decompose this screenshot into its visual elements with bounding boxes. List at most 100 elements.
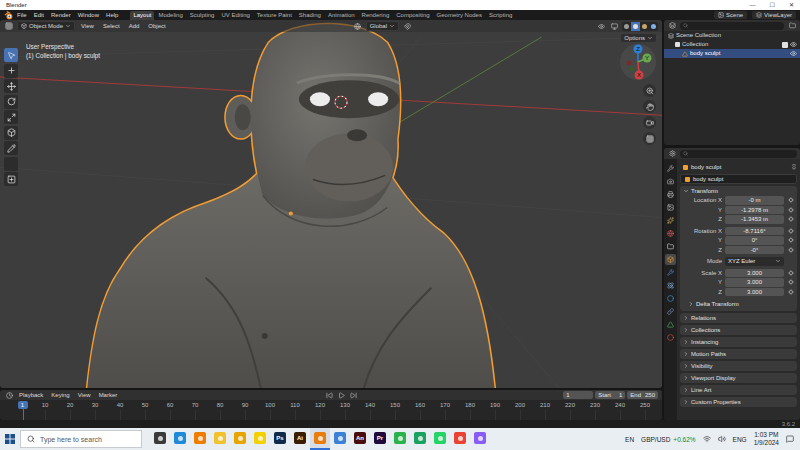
menu-item[interactable]: Help bbox=[103, 11, 121, 20]
timeline-menu-item[interactable]: Marker bbox=[96, 391, 121, 400]
taskbar-app[interactable] bbox=[390, 428, 410, 450]
visibility-button[interactable] bbox=[596, 21, 606, 31]
ortho-toggle-button[interactable] bbox=[643, 132, 656, 145]
window-control-button[interactable]: — bbox=[750, 1, 756, 9]
pan-button[interactable] bbox=[643, 100, 656, 113]
tool-button[interactable] bbox=[4, 157, 18, 171]
menu-item[interactable]: Render bbox=[48, 11, 74, 20]
current-frame-field[interactable]: 1 bbox=[563, 391, 593, 399]
properties-tab[interactable] bbox=[665, 293, 676, 304]
currency-ticker[interactable]: GBP/USD+0.62% bbox=[641, 436, 696, 443]
workspace-tab[interactable]: Sculpting bbox=[187, 11, 218, 20]
3d-viewport[interactable]: Object ModeViewSelectAddObjectGlobalUser… bbox=[0, 20, 662, 388]
menu-item[interactable]: Edit bbox=[31, 11, 47, 20]
windows-logo-icon[interactable] bbox=[5, 434, 15, 444]
jump-start-button[interactable] bbox=[325, 390, 335, 400]
start-button[interactable] bbox=[0, 428, 20, 450]
workspace-tab[interactable]: Geometry Nodes bbox=[434, 11, 485, 20]
language-indicator[interactable]: EN bbox=[625, 436, 634, 443]
properties-tab[interactable] bbox=[665, 228, 676, 239]
keyframe-icon[interactable] bbox=[788, 228, 794, 234]
taskbar-app[interactable] bbox=[410, 428, 430, 450]
camera-view-button[interactable] bbox=[643, 116, 656, 129]
property-field[interactable]: -0 m bbox=[725, 196, 784, 205]
timeline-menu-item[interactable]: View bbox=[75, 391, 94, 400]
orientation-dropdown[interactable]: Global bbox=[366, 21, 399, 31]
viewport-menu-item[interactable]: Select bbox=[100, 22, 123, 31]
pin-icon[interactable] bbox=[791, 164, 797, 170]
editor-type-button[interactable] bbox=[667, 21, 677, 31]
tool-button[interactable] bbox=[4, 172, 18, 186]
workspace-tab[interactable]: Modeling bbox=[155, 11, 185, 20]
panel-header[interactable]: Line Art bbox=[680, 385, 797, 395]
keyframe-icon[interactable] bbox=[788, 207, 794, 213]
outliner-row[interactable]: Collection bbox=[664, 40, 800, 49]
sculpt-model[interactable] bbox=[86, 24, 495, 388]
notifications-button[interactable] bbox=[786, 435, 794, 443]
viewport-canvas[interactable] bbox=[0, 20, 662, 388]
tool-button[interactable] bbox=[4, 48, 18, 62]
properties-tab[interactable] bbox=[665, 267, 676, 278]
keyframe-icon[interactable] bbox=[788, 237, 794, 243]
properties-tab[interactable] bbox=[665, 280, 676, 291]
viewport-menu-item[interactable]: Add bbox=[126, 22, 143, 31]
workspace-tab[interactable]: Rendering bbox=[359, 11, 393, 20]
taskbar-app[interactable] bbox=[250, 428, 270, 450]
shading-mode-button[interactable] bbox=[631, 22, 640, 31]
tool-button[interactable] bbox=[4, 126, 18, 140]
menu-item[interactable]: File bbox=[14, 11, 30, 20]
panel-header[interactable]: Viewport Display bbox=[680, 373, 797, 383]
editor-type-button[interactable] bbox=[4, 390, 14, 400]
taskbar-app[interactable]: An bbox=[350, 428, 370, 450]
taskbar-app[interactable] bbox=[210, 428, 230, 450]
taskbar-app[interactable] bbox=[230, 428, 250, 450]
end-frame-field[interactable]: End250 bbox=[627, 391, 658, 399]
timeline-ruler[interactable]: 1020304050607080901001101201301401501601… bbox=[0, 400, 662, 420]
property-field[interactable]: 3.000 bbox=[725, 278, 784, 287]
keyframe-icon[interactable] bbox=[788, 247, 794, 253]
workspace-tab[interactable]: Scripting bbox=[486, 11, 515, 20]
workspace-tab[interactable]: Animation bbox=[325, 11, 358, 20]
menu-item[interactable]: Window bbox=[75, 11, 102, 20]
properties-tab[interactable] bbox=[665, 163, 676, 174]
exclude-checkbox[interactable] bbox=[782, 42, 788, 48]
property-field[interactable]: 0° bbox=[725, 236, 784, 245]
tool-button[interactable] bbox=[4, 95, 18, 109]
volume-button[interactable] bbox=[718, 435, 726, 443]
keyframe-icon[interactable] bbox=[788, 216, 794, 222]
subpanel-header[interactable]: Delta Transform bbox=[680, 299, 797, 309]
properties-tab[interactable] bbox=[665, 306, 676, 317]
panel-header[interactable]: Instancing bbox=[680, 337, 797, 347]
workspace-tab[interactable]: Shading bbox=[296, 11, 324, 20]
keyboard-layout[interactable]: ENG bbox=[733, 436, 747, 443]
tool-button[interactable] bbox=[4, 79, 18, 93]
property-field[interactable]: 3.000 bbox=[725, 288, 784, 297]
mode-dropdown[interactable]: Object Mode bbox=[17, 21, 75, 31]
panel-header[interactable]: Collections bbox=[680, 325, 797, 335]
tool-button[interactable] bbox=[4, 141, 18, 155]
taskbar-app[interactable] bbox=[430, 428, 450, 450]
navigation-gizmo[interactable]: ZYX bbox=[618, 42, 658, 82]
properties-search[interactable] bbox=[680, 150, 797, 158]
property-dropdown[interactable]: XYZ Euler bbox=[725, 257, 784, 266]
properties-tab[interactable] bbox=[665, 215, 676, 226]
properties-tab[interactable] bbox=[665, 332, 676, 343]
taskbar-app[interactable]: Ai bbox=[290, 428, 310, 450]
tool-button[interactable] bbox=[4, 110, 18, 124]
properties-tab[interactable] bbox=[665, 176, 676, 187]
keyframe-icon[interactable] bbox=[788, 279, 794, 285]
outliner-row[interactable]: body sculpt bbox=[664, 49, 800, 58]
taskbar-app[interactable] bbox=[170, 428, 190, 450]
overlays-button[interactable] bbox=[609, 21, 619, 31]
view-layer-selector[interactable]: ViewLayer bbox=[752, 11, 796, 19]
taskbar-app[interactable] bbox=[450, 428, 470, 450]
eye-icon[interactable] bbox=[790, 50, 797, 57]
property-field[interactable]: 3.000 bbox=[725, 269, 784, 278]
viewport-menu-item[interactable]: View bbox=[78, 22, 97, 31]
new-collection-button[interactable] bbox=[787, 21, 797, 31]
outliner-search[interactable] bbox=[680, 22, 784, 30]
timeline-menu-item[interactable]: Playback bbox=[16, 391, 46, 400]
taskbar-app[interactable] bbox=[190, 428, 210, 450]
taskbar-search[interactable]: Type here to search bbox=[20, 430, 142, 448]
transform-orientation-button[interactable] bbox=[353, 21, 363, 31]
